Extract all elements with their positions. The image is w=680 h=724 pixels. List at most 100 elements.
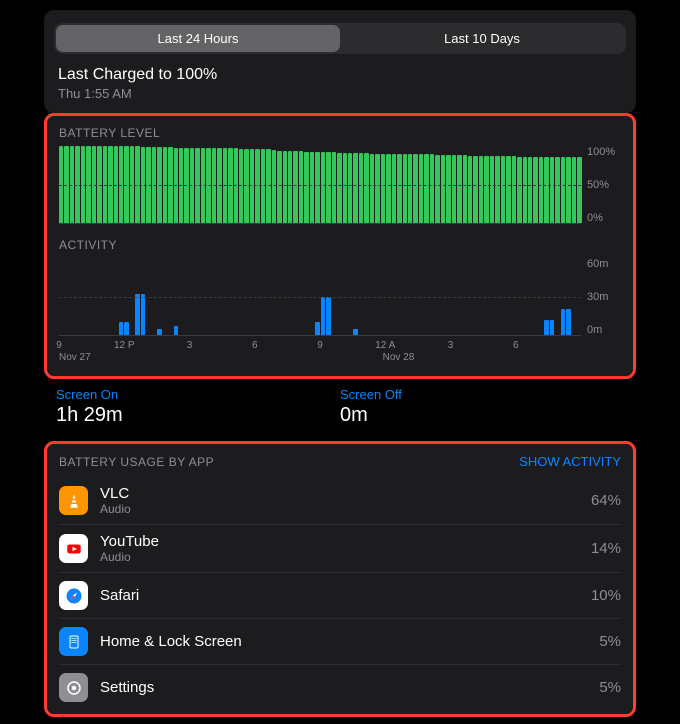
activity-bar: [315, 322, 319, 335]
battery-bar: [261, 149, 265, 223]
battery-bar: [119, 146, 123, 223]
battery-bar: [135, 146, 139, 223]
battery-bar: [544, 157, 548, 223]
y-label: 30m: [587, 291, 621, 303]
app-row[interactable]: VLCAudio64%: [59, 477, 621, 524]
battery-bar: [277, 151, 281, 223]
battery-level-label: BATTERY LEVEL: [59, 126, 621, 140]
battery-bar: [239, 149, 243, 223]
battery-bar: [288, 151, 292, 223]
tab-last-24-hours[interactable]: Last 24 Hours: [56, 25, 340, 52]
app-name: YouTube: [100, 533, 591, 550]
battery-bar: [157, 147, 161, 223]
battery-bar: [92, 146, 96, 223]
battery-bar: [506, 156, 510, 223]
app-usage-header: BATTERY USAGE BY APP SHOW ACTIVITY: [59, 454, 621, 469]
battery-bar: [441, 155, 445, 223]
battery-bar: [184, 148, 188, 223]
x-tick: 6: [252, 340, 258, 351]
battery-bar: [463, 155, 467, 223]
battery-bar: [114, 146, 118, 223]
battery-bar: [190, 148, 194, 223]
battery-bar: [555, 157, 559, 223]
battery-panel-top: Last 24 Hours Last 10 Days Last Charged …: [44, 10, 636, 113]
battery-bar: [343, 153, 347, 223]
battery-bar: [512, 156, 516, 223]
tab-last-10-days[interactable]: Last 10 Days: [340, 25, 624, 52]
battery-bar: [392, 154, 396, 223]
battery-bar: [244, 149, 248, 223]
battery-bar: [457, 155, 461, 223]
app-name: Settings: [100, 679, 599, 696]
screen-off-label: Screen Off: [340, 387, 624, 402]
activity-bar: [326, 297, 330, 336]
battery-bar: [59, 146, 63, 223]
app-percentage: 14%: [591, 540, 621, 557]
charts-highlight-box: BATTERY LEVEL 100% 50% 0% ACTIVITY 912 P…: [44, 113, 636, 379]
x-tick: 12 P: [114, 340, 135, 351]
app-row[interactable]: Settings5%: [59, 664, 621, 710]
battery-bar: [103, 146, 107, 223]
activity-bar: [157, 329, 161, 335]
activity-bar: [561, 309, 565, 335]
battery-bar: [234, 148, 238, 223]
battery-bar: [223, 148, 227, 223]
battery-bar: [490, 156, 494, 223]
app-sub: Audio: [100, 502, 591, 516]
battery-bar: [353, 153, 357, 223]
app-info: Safari: [100, 587, 591, 604]
battery-bar: [452, 155, 456, 223]
battery-bar: [468, 156, 472, 223]
battery-bar: [321, 152, 325, 223]
app-info: Settings: [100, 679, 599, 696]
battery-bar: [212, 148, 216, 223]
x-axis: 912 P36912 A36Nov 27Nov 28: [59, 340, 581, 366]
battery-bar: [550, 157, 554, 223]
battery-bar: [70, 146, 74, 223]
battery-bar: [283, 151, 287, 223]
battery-bar: [495, 156, 499, 223]
battery-bar: [97, 146, 101, 223]
y-label: 0%: [587, 212, 621, 224]
activity-bar: [321, 297, 325, 336]
battery-bar: [310, 152, 314, 223]
app-percentage: 5%: [599, 679, 621, 696]
battery-bar: [446, 155, 450, 223]
battery-bar: [195, 148, 199, 223]
battery-bar: [501, 156, 505, 223]
app-row[interactable]: Home & Lock Screen5%: [59, 618, 621, 664]
app-row[interactable]: Safari10%: [59, 572, 621, 618]
battery-bar: [424, 154, 428, 223]
battery-y-axis: 100% 50% 0%: [581, 146, 621, 224]
battery-bar: [386, 154, 390, 223]
battery-bar: [304, 152, 308, 223]
battery-bar: [473, 156, 477, 223]
battery-bar: [539, 157, 543, 223]
battery-bar: [266, 149, 270, 223]
battery-bar: [250, 149, 254, 223]
battery-bar: [430, 154, 434, 223]
battery-bar: [64, 146, 68, 223]
battery-bar: [375, 154, 379, 223]
app-icon: [59, 673, 88, 702]
battery-bar: [479, 156, 483, 223]
screen-usage-row: Screen On 1h 29m Screen Off 0m: [56, 387, 624, 427]
x-tick: 12 A: [375, 340, 395, 351]
app-sub: Audio: [100, 550, 591, 564]
y-label: 0m: [587, 324, 621, 336]
battery-bar: [293, 151, 297, 223]
battery-bar: [561, 157, 565, 223]
app-row[interactable]: YouTubeAudio14%: [59, 524, 621, 572]
battery-bar: [174, 148, 178, 223]
battery-bar: [364, 153, 368, 223]
y-label: 60m: [587, 258, 621, 270]
y-label: 100%: [587, 146, 621, 158]
show-activity-link[interactable]: SHOW ACTIVITY: [519, 454, 621, 469]
last-charged-block: Last Charged to 100% Thu 1:55 AM: [44, 54, 636, 113]
battery-bar: [337, 153, 341, 223]
activity-bar: [141, 294, 145, 335]
screen-on-label: Screen On: [56, 387, 340, 402]
battery-bar: [435, 155, 439, 223]
app-info: Home & Lock Screen: [100, 633, 599, 650]
app-icon: [59, 486, 88, 515]
